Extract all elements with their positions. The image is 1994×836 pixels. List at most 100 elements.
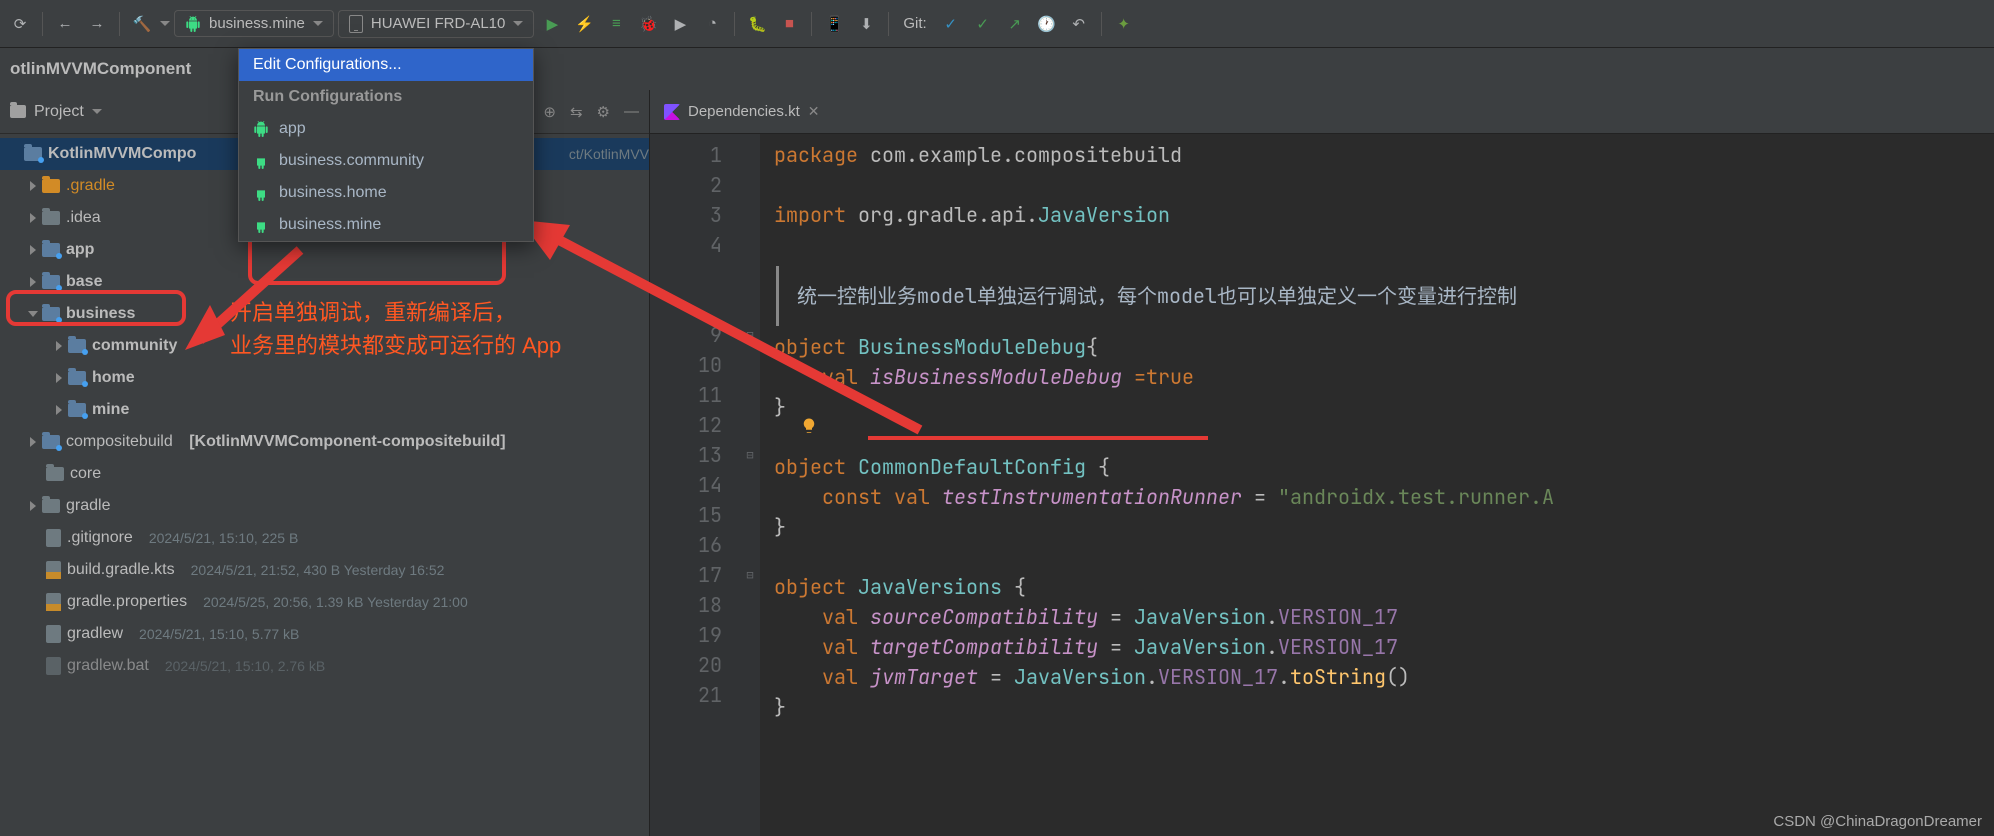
tree-item-community[interactable]: community [0,330,649,362]
tree-item-home[interactable]: home [0,362,649,394]
sync-icon[interactable]: ⟳ [6,10,34,38]
popup-item-app[interactable]: app [239,113,533,145]
tree-meta: 2024/5/25, 20:56, 1.39 kB Yesterday 21:0… [203,594,468,610]
back-icon[interactable]: ← [51,10,79,38]
profile-icon[interactable]: ◔ [698,10,726,38]
folder-icon [42,211,60,225]
apply-changes-icon[interactable]: ⚡ [570,10,598,38]
git-label: Git: [903,15,926,32]
popup-item-home[interactable]: business.home [239,177,533,209]
vcs-commit-icon[interactable]: ✓ [969,10,997,38]
tree-item-compositebuild[interactable]: compositebuild [KotlinMVVMComponent-comp… [0,426,649,458]
vcs-push-icon[interactable]: ↗ [1001,10,1029,38]
folder-icon [10,105,26,118]
tree-meta: 2024/5/21, 21:52, 430 B Yesterday 16:52 [191,562,445,578]
device-combo[interactable]: HUAWEI FRD-AL10 [338,10,534,38]
run-icon[interactable]: ▶ [538,10,566,38]
editor-panel: Dependencies.kt ✕ 1234910111213141516171… [650,90,1994,836]
intention-bulb-icon[interactable] [800,413,818,431]
red-underline [868,436,1208,440]
device-label: HUAWEI FRD-AL10 [371,15,505,32]
chevron-down-icon [313,21,323,26]
coverage-icon[interactable]: ▶ [666,10,694,38]
tree-item-core[interactable]: core [0,458,649,490]
tree-label: build.gradle.kts [67,561,175,579]
tree-label: compositebuild [66,433,173,451]
editor-body[interactable]: 12349101112131415161718192021 ⊟⊟⊟ packag… [650,134,1994,836]
android-icon [185,16,201,32]
select-opened-icon[interactable]: ⊕ [543,103,556,121]
module-icon [42,307,60,321]
tree-label: home [92,369,135,387]
breadcrumb-root[interactable]: otlinMVVMComponent [10,59,191,79]
module-icon [68,339,86,353]
android-icon [253,217,269,233]
apply-code-icon[interactable]: ≡ [602,10,630,38]
android-icon [253,185,269,201]
tree-label: gradle [66,497,110,515]
panel-title[interactable]: Project [34,103,84,121]
avd-icon[interactable]: 📱 [820,10,848,38]
tree-meta: 2024/5/21, 15:10, 225 B [149,530,298,546]
debug-icon[interactable]: 🐞 [634,10,662,38]
module-icon [42,275,60,289]
tab-label: Dependencies.kt [688,103,800,120]
forward-icon[interactable]: → [83,10,111,38]
tree-label: .gitignore [67,529,133,547]
vcs-history-icon[interactable]: 🕐 [1033,10,1061,38]
tree-label: core [70,465,101,483]
tree-item-gradle-properties[interactable]: gradle.properties2024/5/25, 20:56, 1.39 … [0,586,649,618]
tree-meta: 2024/5/21, 15:10, 2.76 kB [165,658,325,674]
module-icon [68,403,86,417]
attach-debug-icon[interactable]: 🐛 [743,10,771,38]
chevron-down-icon[interactable] [160,21,170,26]
main-toolbar: ⟳ ← → 🔨 business.mine HUAWEI FRD-AL10 ▶ … [0,0,1994,48]
tree-item-mine[interactable]: mine [0,394,649,426]
minimize-icon[interactable]: — [624,103,639,121]
folder-icon [42,179,60,193]
run-config-combo[interactable]: business.mine [174,10,334,37]
tree-item-gitignore[interactable]: .gitignore 2024/5/21, 15:10, 225 B [0,522,649,554]
android-icon [253,121,269,137]
stop-icon[interactable]: ■ [775,10,803,38]
sdk-icon[interactable]: ⬇ [852,10,880,38]
gutter: 12349101112131415161718192021 [650,134,740,836]
close-icon[interactable]: ✕ [808,103,820,120]
tree-label: [KotlinMVVMComponent-compositebuild] [189,433,505,451]
code-area[interactable]: package com.example.compositebuildimport… [760,134,1994,836]
file-icon [46,625,61,643]
popup-label: app [279,120,306,138]
kotlin-file-icon [664,104,680,120]
run-config-label: business.mine [209,15,305,32]
tree-meta: ct/KotlinMVV [569,146,649,162]
tree-label: mine [92,401,129,419]
popup-item-community[interactable]: business.community [239,145,533,177]
tree-item-base[interactable]: base [0,266,649,298]
tree-label: base [66,273,102,291]
tree-item-business[interactable]: business [0,298,649,330]
tree-item-gradle-folder[interactable]: gradle [0,490,649,522]
popup-label: business.home [279,184,387,202]
folder-icon [46,467,64,481]
phone-icon [349,15,363,33]
ai-icon[interactable]: ✦ [1110,10,1138,38]
module-icon [68,371,86,385]
gear-icon[interactable]: ⚙ [597,103,610,121]
popup-edit-configurations[interactable]: Edit Configurations... [239,49,533,81]
file-icon [46,657,61,675]
chevron-down-icon[interactable] [92,109,102,114]
vcs-rollback-icon[interactable]: ↶ [1065,10,1093,38]
hammer-icon[interactable]: 🔨 [128,10,156,38]
fold-strip: ⊟⊟⊟ [740,134,760,836]
tree-item-build-gradle[interactable]: build.gradle.kts 2024/5/21, 21:52, 430 B … [0,554,649,586]
file-icon [46,593,61,611]
vcs-update-icon[interactable]: ✓ [937,10,965,38]
file-icon [46,529,61,547]
expand-icon[interactable]: ⇆ [570,103,583,121]
tree-item-gradlew-bat[interactable]: gradlew.bat2024/5/21, 15:10, 2.76 kB [0,650,649,682]
file-icon [46,561,61,579]
editor-tab-dependencies[interactable]: Dependencies.kt ✕ [650,90,833,133]
popup-item-mine[interactable]: business.mine [239,209,533,241]
tree-item-gradlew[interactable]: gradlew2024/5/21, 15:10, 5.77 kB [0,618,649,650]
popup-label: Edit Configurations... [253,56,402,74]
